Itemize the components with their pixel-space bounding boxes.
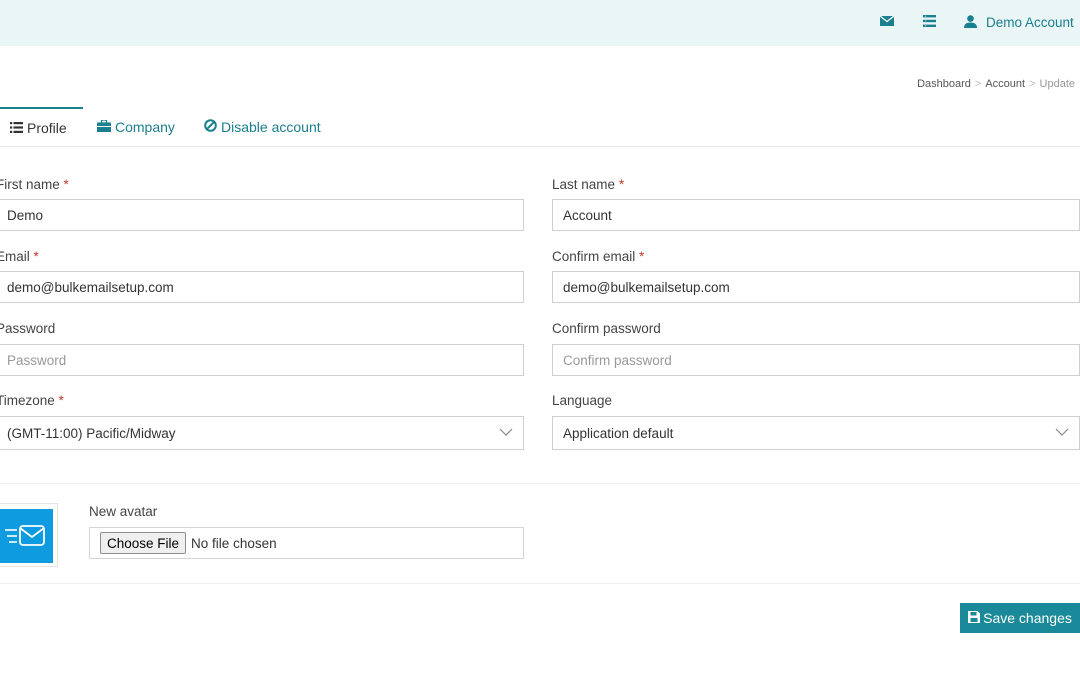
breadcrumb-update: Update — [1039, 78, 1075, 90]
tab-company-label: Company — [115, 119, 175, 135]
breadcrumb-account[interactable]: Account — [985, 78, 1025, 90]
tabs-divider — [0, 146, 1080, 147]
save-changes-label: Save changes — [983, 610, 1072, 626]
avatar-file-input[interactable]: Choose File No file chosen — [89, 527, 524, 559]
breadcrumb: Dashboard > Account > Update — [917, 78, 1075, 90]
envelope-icon[interactable] — [880, 15, 894, 27]
list-icon — [10, 120, 23, 136]
user-menu-label[interactable]: Demo Account — [986, 15, 1074, 30]
tab-disable-account-label: Disable account — [221, 119, 321, 135]
choose-file-button[interactable]: Choose File — [100, 532, 187, 554]
confirm-email-label: Confirm email * — [552, 249, 645, 264]
password-label: Password — [0, 321, 56, 336]
confirm-email-input[interactable] — [552, 271, 1080, 303]
avatar — [0, 509, 53, 563]
section-divider — [0, 483, 1080, 484]
mail-logo-icon — [5, 525, 45, 546]
first-name-label: First name * — [0, 177, 69, 192]
breadcrumb-separator: > — [1029, 78, 1036, 90]
user-icon[interactable] — [964, 15, 977, 28]
ban-icon — [204, 119, 217, 135]
tab-profile-label: Profile — [27, 120, 67, 136]
first-name-input[interactable] — [0, 199, 524, 231]
breadcrumb-dashboard[interactable]: Dashboard — [917, 78, 971, 90]
confirm-password-label: Confirm password — [552, 321, 661, 336]
language-label: Language — [552, 393, 613, 408]
avatar-preview — [0, 503, 58, 567]
tab-profile[interactable]: Profile — [0, 107, 83, 147]
email-input[interactable] — [0, 271, 524, 303]
file-status-text: No file chosen — [191, 535, 277, 551]
password-input[interactable] — [0, 344, 524, 376]
top-navbar: Demo Account — [0, 0, 1080, 46]
chevron-down-icon — [499, 425, 513, 442]
tab-company[interactable]: Company — [97, 108, 175, 146]
language-select-value: Application default — [563, 425, 674, 441]
list-icon[interactable] — [923, 15, 936, 27]
new-avatar-label: New avatar — [89, 504, 158, 519]
breadcrumb-separator: > — [974, 78, 982, 90]
timezone-label: Timezone * — [0, 393, 64, 408]
confirm-password-input[interactable] — [552, 344, 1080, 376]
last-name-input[interactable] — [552, 199, 1080, 231]
section-divider — [0, 583, 1080, 584]
language-select[interactable]: Application default — [552, 416, 1080, 450]
timezone-select-value: (GMT-11:00) Pacific/Midway — [7, 425, 176, 441]
timezone-select[interactable]: (GMT-11:00) Pacific/Midway — [0, 416, 524, 450]
briefcase-icon — [97, 119, 111, 135]
last-name-label: Last name * — [552, 177, 625, 192]
tab-disable-account[interactable]: Disable account — [204, 108, 321, 146]
floppy-disk-icon — [968, 610, 981, 626]
chevron-down-icon — [1055, 425, 1069, 442]
email-label: Email * — [0, 249, 39, 264]
save-changes-button[interactable]: Save changes — [960, 603, 1080, 633]
